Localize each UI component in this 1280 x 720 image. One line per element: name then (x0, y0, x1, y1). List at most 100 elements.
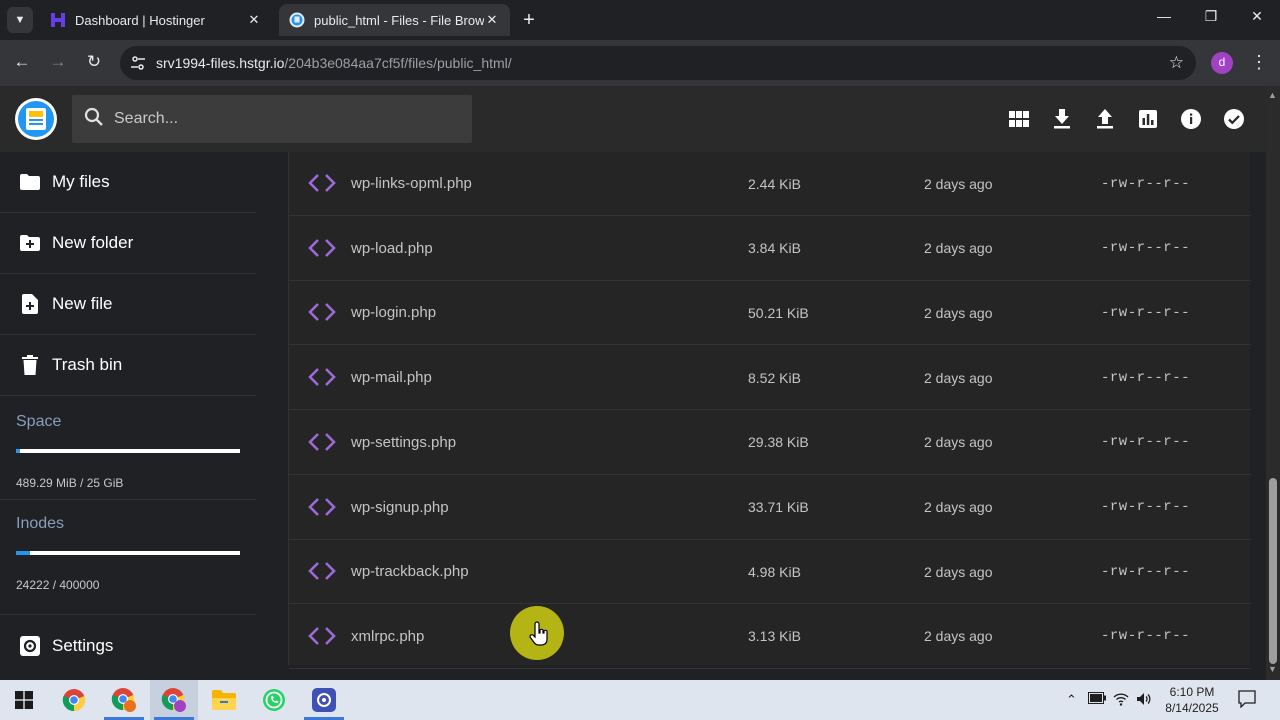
file-permissions: -rw-r--r-- (1101, 434, 1191, 451)
info-icon[interactable] (1179, 107, 1203, 131)
volume-icon[interactable] (1136, 692, 1152, 709)
sidebar-item-my-files[interactable]: My files (0, 152, 256, 213)
restore-icon[interactable]: ❐ (1196, 8, 1226, 25)
space-progress-fill (16, 449, 21, 453)
file-row[interactable]: wp-links-opml.php 2.44 KiB 2 days ago -rw-r… (289, 152, 1251, 216)
code-file-icon (308, 432, 336, 451)
tab-dashboard[interactable]: Dashboard | Hostinger ✕ (40, 4, 272, 36)
close-tab-icon[interactable]: ✕ (484, 12, 500, 28)
scrollbar-thumb[interactable] (1269, 478, 1277, 664)
sidebar-item-label: Settings (52, 635, 114, 655)
browser-menu-icon[interactable]: ⋮ (1250, 52, 1268, 73)
close-tab-icon[interactable]: ✕ (246, 12, 262, 28)
sidebar-item-label: New file (52, 294, 113, 313)
code-file-icon (308, 238, 336, 257)
file-permissions: -rw-r--r-- (1101, 175, 1191, 192)
sidebar: My files New folder New file Trash bin S… (0, 152, 288, 680)
minimize-icon[interactable]: — (1149, 8, 1179, 24)
space-label: Space (16, 413, 62, 430)
search-box[interactable] (72, 95, 472, 143)
sidebar-item-settings[interactable]: Settings (0, 615, 256, 676)
code-file-icon (308, 174, 336, 192)
inodes-progress-fill (16, 551, 30, 555)
whatsapp-icon (263, 689, 285, 711)
disk-usage-chart-icon[interactable] (1136, 107, 1160, 131)
sidebar-item-new-file[interactable]: New file (0, 274, 256, 335)
notification-icon[interactable] (1238, 690, 1256, 711)
download-icon[interactable] (1050, 107, 1074, 131)
grid-view-icon[interactable] (1007, 107, 1031, 131)
file-row[interactable]: wp-settings.php 29.38 KiB 2 days ago -rw-r-… (289, 411, 1251, 475)
back-icon[interactable]: ← (10, 52, 34, 72)
taskbar-file-explorer[interactable] (200, 680, 248, 720)
file-size: 8.52 KiB (748, 369, 801, 386)
file-row[interactable]: wp-signup.php 33.71 KiB 2 days ago -rw-r--r… (289, 476, 1251, 540)
code-file-icon (308, 303, 336, 322)
file-modified: 2 days ago (924, 240, 993, 257)
trash-icon (20, 355, 40, 375)
filebrowser-logo[interactable] (15, 98, 57, 140)
page-scrollbar[interactable]: ▲ ▼ (1266, 86, 1280, 680)
show-hidden-icons-icon[interactable]: ⌃ (1066, 692, 1077, 708)
app-icon (312, 688, 336, 712)
file-modified: 2 days ago (924, 628, 993, 645)
start-button[interactable] (0, 680, 48, 720)
file-list: wp-links-opml.php 2.44 KiB 2 days ago -rw-r… (288, 152, 1251, 669)
taskbar-app[interactable] (300, 680, 348, 720)
file-permissions: -rw-r--r-- (1101, 304, 1191, 321)
code-file-icon (308, 497, 336, 516)
site-settings-icon[interactable] (120, 55, 156, 71)
file-row[interactable]: wp-load.php 3.84 KiB 2 days ago -rw-r--r-- (289, 217, 1251, 281)
chrome-icon (161, 688, 186, 712)
inodes-value: 24222 / 400000 (16, 578, 100, 592)
sidebar-item-label: New folder (52, 233, 134, 252)
tab-search-dropdown[interactable]: ▼ (7, 7, 33, 33)
inodes-label: Inodes (16, 515, 65, 532)
file-name: xmlrpc.php (351, 627, 425, 645)
sidebar-item-new-folder[interactable]: New folder (0, 213, 256, 274)
scroll-down-arrow-icon[interactable]: ▼ (1268, 664, 1277, 674)
chrome-icon (62, 689, 86, 712)
search-input[interactable] (114, 110, 454, 128)
code-file-icon (308, 562, 336, 581)
new-tab-icon[interactable]: + (518, 9, 540, 31)
wifi-icon[interactable] (1113, 692, 1129, 709)
file-name: wp-links-opml.php (351, 175, 472, 192)
taskbar-chrome-profile-d[interactable] (150, 680, 198, 720)
scroll-up-arrow-icon[interactable]: ▲ (1268, 90, 1277, 100)
file-row[interactable]: wp-mail.php 8.52 KiB 2 days ago -rw-r--r-- (289, 346, 1251, 411)
browser-toolbar: ← → ↻ srv1994-files.hstgr.io/204b3e084aa… (0, 40, 1280, 86)
file-name: wp-signup.php (351, 498, 449, 516)
space-value: 489.29 MiB / 25 GiB (16, 476, 124, 490)
file-row[interactable]: xmlrpc.php 3.13 KiB 2 days ago -rw-r--r-- (289, 605, 1251, 669)
file-permissions: -rw-r--r-- (1101, 628, 1191, 645)
file-name: wp-settings.php (351, 433, 457, 451)
file-explorer-icon (212, 690, 236, 710)
tab-public-html[interactable]: public_html - Files - File Browser ✕ (279, 4, 510, 36)
select-check-icon[interactable] (1222, 107, 1246, 131)
address-bar[interactable]: srv1994-files.hstgr.io/204b3e084aa7cf5f/… (120, 46, 1196, 80)
reload-icon[interactable]: ↻ (82, 52, 106, 72)
taskbar-chrome[interactable] (50, 680, 98, 720)
profile-avatar[interactable]: d (1211, 52, 1233, 74)
windows-logo-icon (15, 691, 33, 709)
file-modified: 2 days ago (924, 499, 993, 515)
battery-icon[interactable] (1088, 692, 1106, 707)
taskbar-whatsapp[interactable] (250, 680, 298, 720)
taskbar-chrome-profile-n[interactable] (100, 680, 148, 720)
file-row[interactable]: wp-login.php 50.21 KiB 2 days ago -rw-r--r-… (289, 281, 1251, 346)
upload-icon[interactable] (1093, 107, 1117, 131)
taskbar-clock[interactable]: 6:10 PM 8/14/2025 (1157, 684, 1227, 716)
create-new-folder-icon (20, 233, 40, 253)
file-size: 50.21 KiB (748, 304, 809, 321)
filebrowser-favicon-icon (289, 12, 305, 28)
bookmark-star-icon[interactable]: ☆ (1169, 53, 1184, 73)
clock-date: 8/14/2025 (1165, 701, 1219, 715)
file-permissions: -rw-r--r-- (1101, 369, 1191, 386)
file-row[interactable]: wp-trackback.php 4.98 KiB 2 days ago -rw-r-… (289, 540, 1251, 605)
note-add-icon (20, 294, 40, 314)
sidebar-item-trash-bin[interactable]: Trash bin (0, 335, 256, 396)
close-window-icon[interactable]: ✕ (1242, 8, 1272, 25)
forward-icon[interactable]: → (46, 52, 70, 72)
file-modified: 2 days ago (924, 304, 993, 321)
